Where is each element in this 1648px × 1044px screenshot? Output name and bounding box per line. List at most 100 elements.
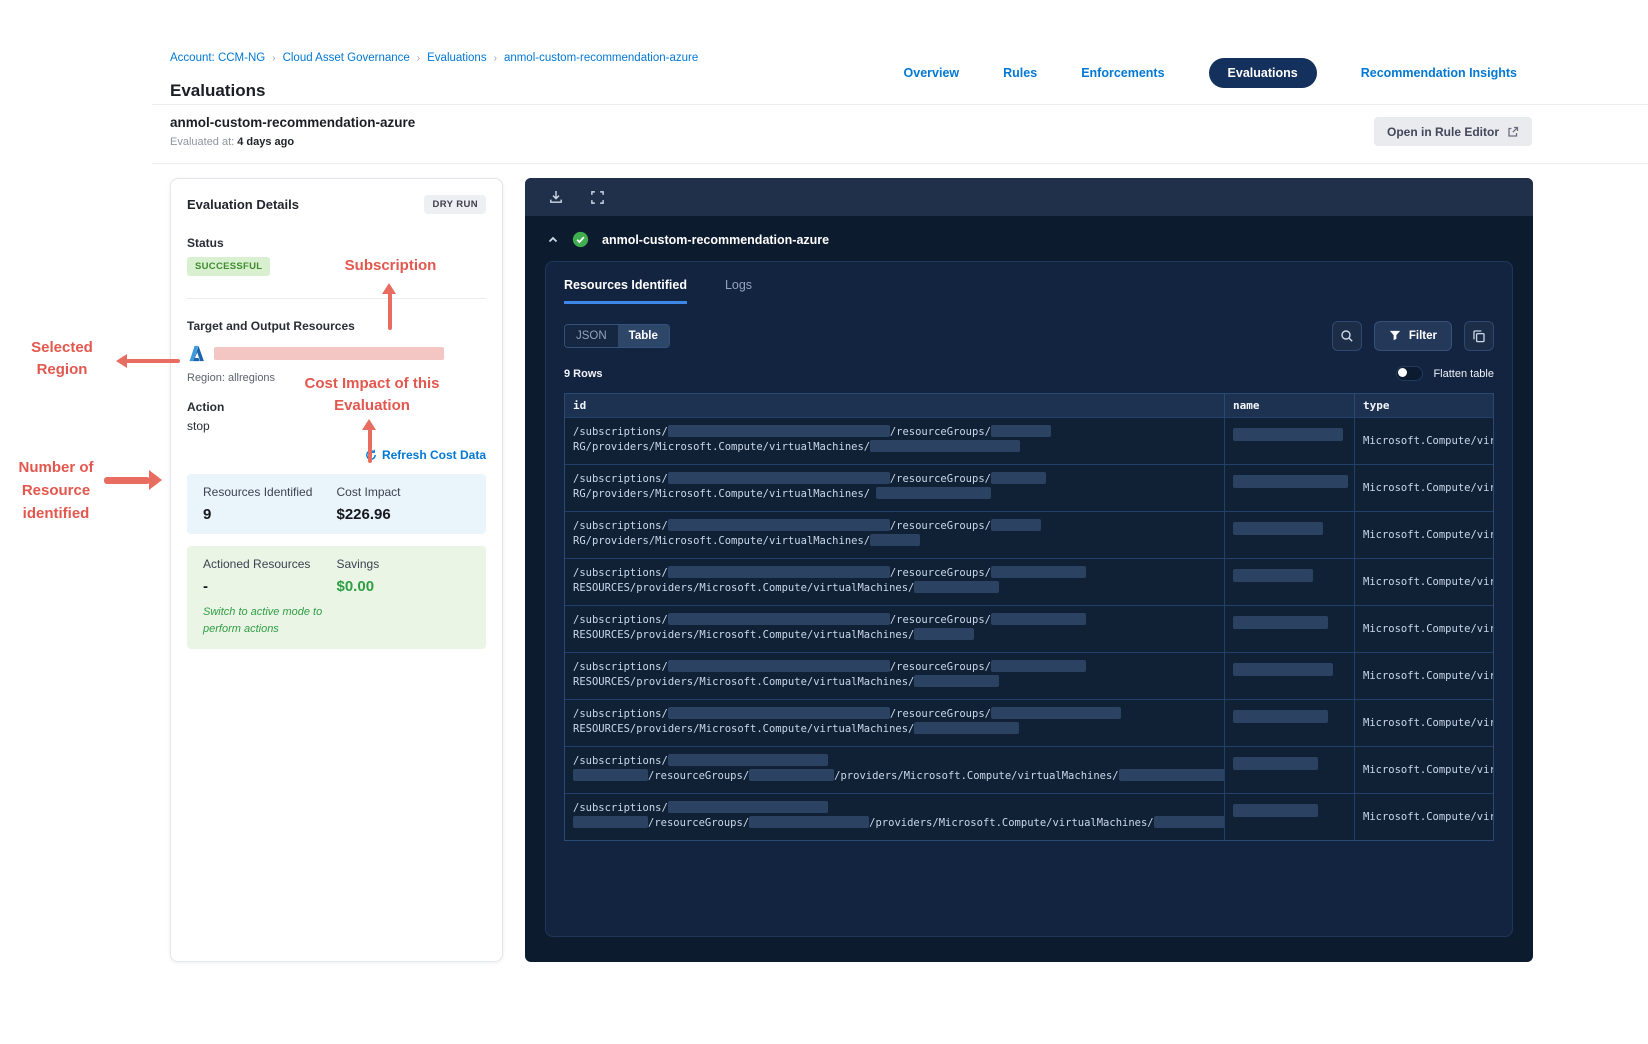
evaluation-details-card: Evaluation Details DRY RUN Status SUCCES… (170, 178, 503, 962)
table-row: /subscriptions/ /resourceGroups/RESOURCES… (565, 558, 1493, 605)
subscription-redacted-value (214, 347, 444, 360)
redacted-name (1233, 428, 1343, 441)
cell-name (1224, 794, 1354, 840)
status-badge: SUCCESSFUL (187, 257, 271, 276)
id-line: /subscriptions/ (573, 801, 1216, 816)
id-text: /resourceGroups/ (889, 520, 991, 532)
nav-item-enforcements[interactable]: Enforcements (1081, 66, 1164, 80)
cell-name (1224, 700, 1354, 746)
cell-name (1224, 418, 1354, 464)
resources-identified-value: 9 (203, 506, 212, 523)
cell-type: Microsoft.Compute/virtualMachines (1354, 512, 1493, 558)
annotation-resource-count: Number of Resource identified (18, 459, 94, 522)
column-header-name: name (1224, 394, 1354, 417)
redacted-name (1233, 475, 1348, 488)
cell-id: /subscriptions/ /resourceGroups/RG/provid… (565, 512, 1224, 558)
breadcrumb-item[interactable]: Account: CCM-NG (170, 52, 265, 64)
annotation-cost-arrowline (368, 429, 372, 463)
filter-button[interactable]: Filter (1373, 321, 1452, 351)
resources-table: id name type /subscriptions/ /resourceGroup… (564, 393, 1494, 841)
refresh-cost-data-link[interactable]: Refresh Cost Data (365, 448, 486, 462)
annotation-subscription-arrowline (388, 293, 392, 330)
cell-id: /subscriptions/ /resourceGroups/RG/provid… (565, 418, 1224, 464)
nav-item-recommendation-insights[interactable]: Recommendation Insights (1361, 66, 1517, 80)
download-icon[interactable] (548, 189, 564, 205)
copy-button[interactable] (1464, 321, 1494, 351)
open-rule-editor-button[interactable]: Open in Rule Editor (1373, 117, 1532, 146)
chevron-up-icon[interactable] (547, 234, 559, 246)
nav-item-rules[interactable]: Rules (1003, 66, 1037, 80)
tab-resources-identified[interactable]: Resources Identified (564, 278, 687, 304)
result-tabs: Resources Identified Logs (564, 278, 1494, 304)
id-text: /resourceGroups/ (648, 817, 750, 829)
redacted-value (990, 425, 1051, 437)
fullscreen-icon[interactable] (590, 190, 605, 205)
id-text: /subscriptions/ (573, 426, 668, 438)
view-toggle-json[interactable]: JSON (565, 325, 618, 347)
redacted-value (914, 581, 1000, 593)
cell-type: Microsoft.Compute/virtualMachines (1354, 559, 1493, 605)
redacted-value (749, 816, 870, 828)
cell-id: /subscriptions/ /resourceGroups/ /provider… (565, 794, 1224, 840)
breadcrumb: Account: CCM-NG › Cloud Asset Governance › E… (170, 52, 698, 64)
flatten-table-toggle[interactable] (1396, 366, 1424, 381)
actioned-resources-value: - (203, 578, 208, 595)
id-line: /subscriptions/ /resourceGroups/ (573, 519, 1216, 534)
id-line: /subscriptions/ /resourceGroups/ (573, 566, 1216, 581)
id-text: RESOURCES/providers/Microsoft.Compute/vi… (573, 582, 915, 594)
cost-impact-value: $226.96 (336, 506, 391, 523)
redacted-value (573, 816, 648, 828)
id-text: RG/providers/Microsoft.Compute/virtualMa… (573, 535, 871, 547)
id-text: /subscriptions/ (573, 755, 668, 767)
id-text: RG/providers/Microsoft.Compute/virtualMa… (573, 488, 877, 500)
redacted-value (667, 707, 890, 719)
breadcrumb-item[interactable]: Evaluations (427, 52, 486, 64)
id-line: /resourceGroups/ /providers/Microsoft.Com… (573, 816, 1224, 831)
redacted-value (667, 660, 890, 672)
id-text: RESOURCES/providers/Microsoft.Compute/vi… (573, 676, 915, 688)
annotation-count-arrowline (104, 477, 150, 484)
id-text: /providers/Microsoft.Compute/virtualMach… (869, 817, 1154, 829)
nav-item-overview[interactable]: Overview (904, 66, 960, 80)
result-detail-card: Resources Identified Logs JSON Table Filte… (545, 261, 1513, 937)
column-header-type: type (1354, 394, 1493, 417)
cell-id: /subscriptions/ /resourceGroups/RG/provid… (565, 465, 1224, 511)
nav-item-evaluations[interactable]: Evaluations (1208, 58, 1317, 88)
evaluation-name-title: anmol-custom-recommendation-azure (170, 115, 416, 130)
id-text: /subscriptions/ (573, 520, 668, 532)
table-row: /subscriptions/ /resourceGroups/ /provider… (565, 746, 1493, 793)
savings-box: Actioned Resources - Savings $0.00 Switc… (187, 546, 486, 650)
redacted-value (667, 613, 890, 625)
id-text: /resourceGroups/ (889, 473, 991, 485)
cell-name (1224, 653, 1354, 699)
redacted-value (749, 769, 835, 781)
evaluated-at-label: Evaluated at: (170, 136, 235, 148)
redacted-name (1233, 522, 1323, 535)
id-text: /resourceGroups/ (889, 567, 991, 579)
result-header-row[interactable]: anmol-custom-recommendation-azure (525, 216, 1533, 259)
view-toggle-table[interactable]: Table (617, 325, 669, 347)
redacted-value (990, 566, 1086, 578)
table-row: /subscriptions/ /resourceGroups/RG/provid… (565, 511, 1493, 558)
toggle-knob (1398, 368, 1408, 377)
search-button[interactable] (1331, 321, 1362, 351)
id-line: /subscriptions/ /resourceGroups/ (573, 613, 1216, 628)
redacted-value (667, 566, 890, 578)
id-text: /subscriptions/ (573, 708, 668, 720)
cell-name (1224, 512, 1354, 558)
breadcrumb-item[interactable]: anmol-custom-recommendation-azure (504, 52, 698, 64)
search-icon (1340, 329, 1354, 343)
annotation-selected-region: Selected Region (31, 339, 93, 378)
cell-type: Microsoft.Compute/virtualMachines (1354, 465, 1493, 511)
id-line: /subscriptions/ /resourceGroups/ (573, 472, 1216, 487)
tab-logs[interactable]: Logs (725, 278, 752, 304)
breadcrumb-item[interactable]: Cloud Asset Governance (283, 52, 410, 64)
redacted-name (1233, 616, 1328, 629)
id-line: RESOURCES/providers/Microsoft.Compute/vi… (573, 581, 1216, 596)
table-body: /subscriptions/ /resourceGroups/RG/provid… (565, 417, 1493, 840)
redacted-value (667, 472, 890, 484)
savings-label: Savings (336, 557, 380, 571)
redacted-value (1118, 769, 1224, 781)
annotation-region-arrowline (126, 359, 180, 363)
column-header-id: id (573, 399, 587, 412)
